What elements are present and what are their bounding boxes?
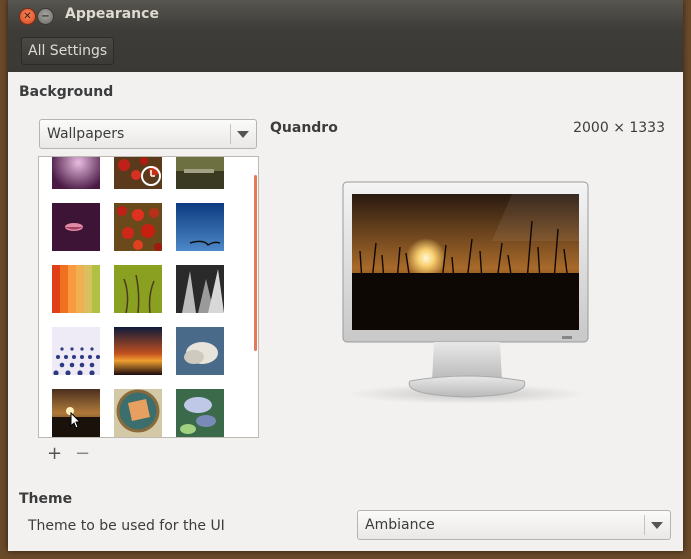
minimize-button[interactable]: − <box>37 8 54 25</box>
toolbar: All Settings <box>8 30 683 72</box>
appearance-window: ✕ − Appearance All Settings Background W… <box>8 0 683 551</box>
theme-label: Theme to be used for the UI <box>28 518 225 534</box>
theme-select-value: Ambiance <box>365 517 435 533</box>
theme-section-title: Theme <box>19 491 73 507</box>
wallpaper-source-select[interactable]: Wallpapers <box>39 119 257 149</box>
wallpaper-thumbnail[interactable] <box>114 203 162 251</box>
chevron-down-icon <box>651 522 663 529</box>
wallpaper-thumbnail[interactable] <box>114 389 162 437</box>
close-icon: ✕ <box>23 11 32 22</box>
window-title: Appearance <box>65 6 159 22</box>
wallpaper-grid-scrollbar[interactable] <box>254 175 257 351</box>
chevron-down-icon <box>237 131 249 138</box>
minimize-icon: − <box>41 11 50 22</box>
background-section-title: Background <box>19 84 114 100</box>
selected-wallpaper-size: 2000 × 1333 <box>573 120 665 136</box>
wallpaper-source-value: Wallpapers <box>47 126 125 142</box>
selected-wallpaper-name: Quandro <box>270 120 338 136</box>
mouse-cursor-icon <box>70 412 82 429</box>
remove-wallpaper-button[interactable]: − <box>75 443 90 464</box>
wallpaper-thumbnail[interactable] <box>114 327 162 375</box>
all-settings-button[interactable]: All Settings <box>21 37 115 65</box>
wallpaper-thumbnail[interactable] <box>114 156 162 189</box>
wallpaper-preview-monitor <box>342 181 589 404</box>
add-wallpaper-button[interactable]: + <box>47 443 62 464</box>
wallpaper-thumbnail[interactable] <box>52 156 100 189</box>
wallpaper-thumbnail[interactable] <box>52 203 100 251</box>
wallpaper-thumbnail[interactable] <box>52 327 100 375</box>
wallpaper-thumbnail[interactable] <box>114 265 162 313</box>
close-button[interactable]: ✕ <box>19 8 36 25</box>
wallpaper-thumbnail[interactable] <box>176 327 224 375</box>
wallpaper-thumbnail[interactable] <box>176 389 224 437</box>
wallpaper-grid <box>38 156 259 438</box>
titlebar: ✕ − Appearance <box>8 0 683 30</box>
wallpaper-thumbnail[interactable] <box>176 156 224 189</box>
theme-select[interactable]: Ambiance <box>357 510 671 540</box>
wallpaper-thumbnail[interactable] <box>52 265 100 313</box>
wallpaper-thumbnail[interactable] <box>176 265 224 313</box>
wallpaper-thumbnail[interactable] <box>176 203 224 251</box>
